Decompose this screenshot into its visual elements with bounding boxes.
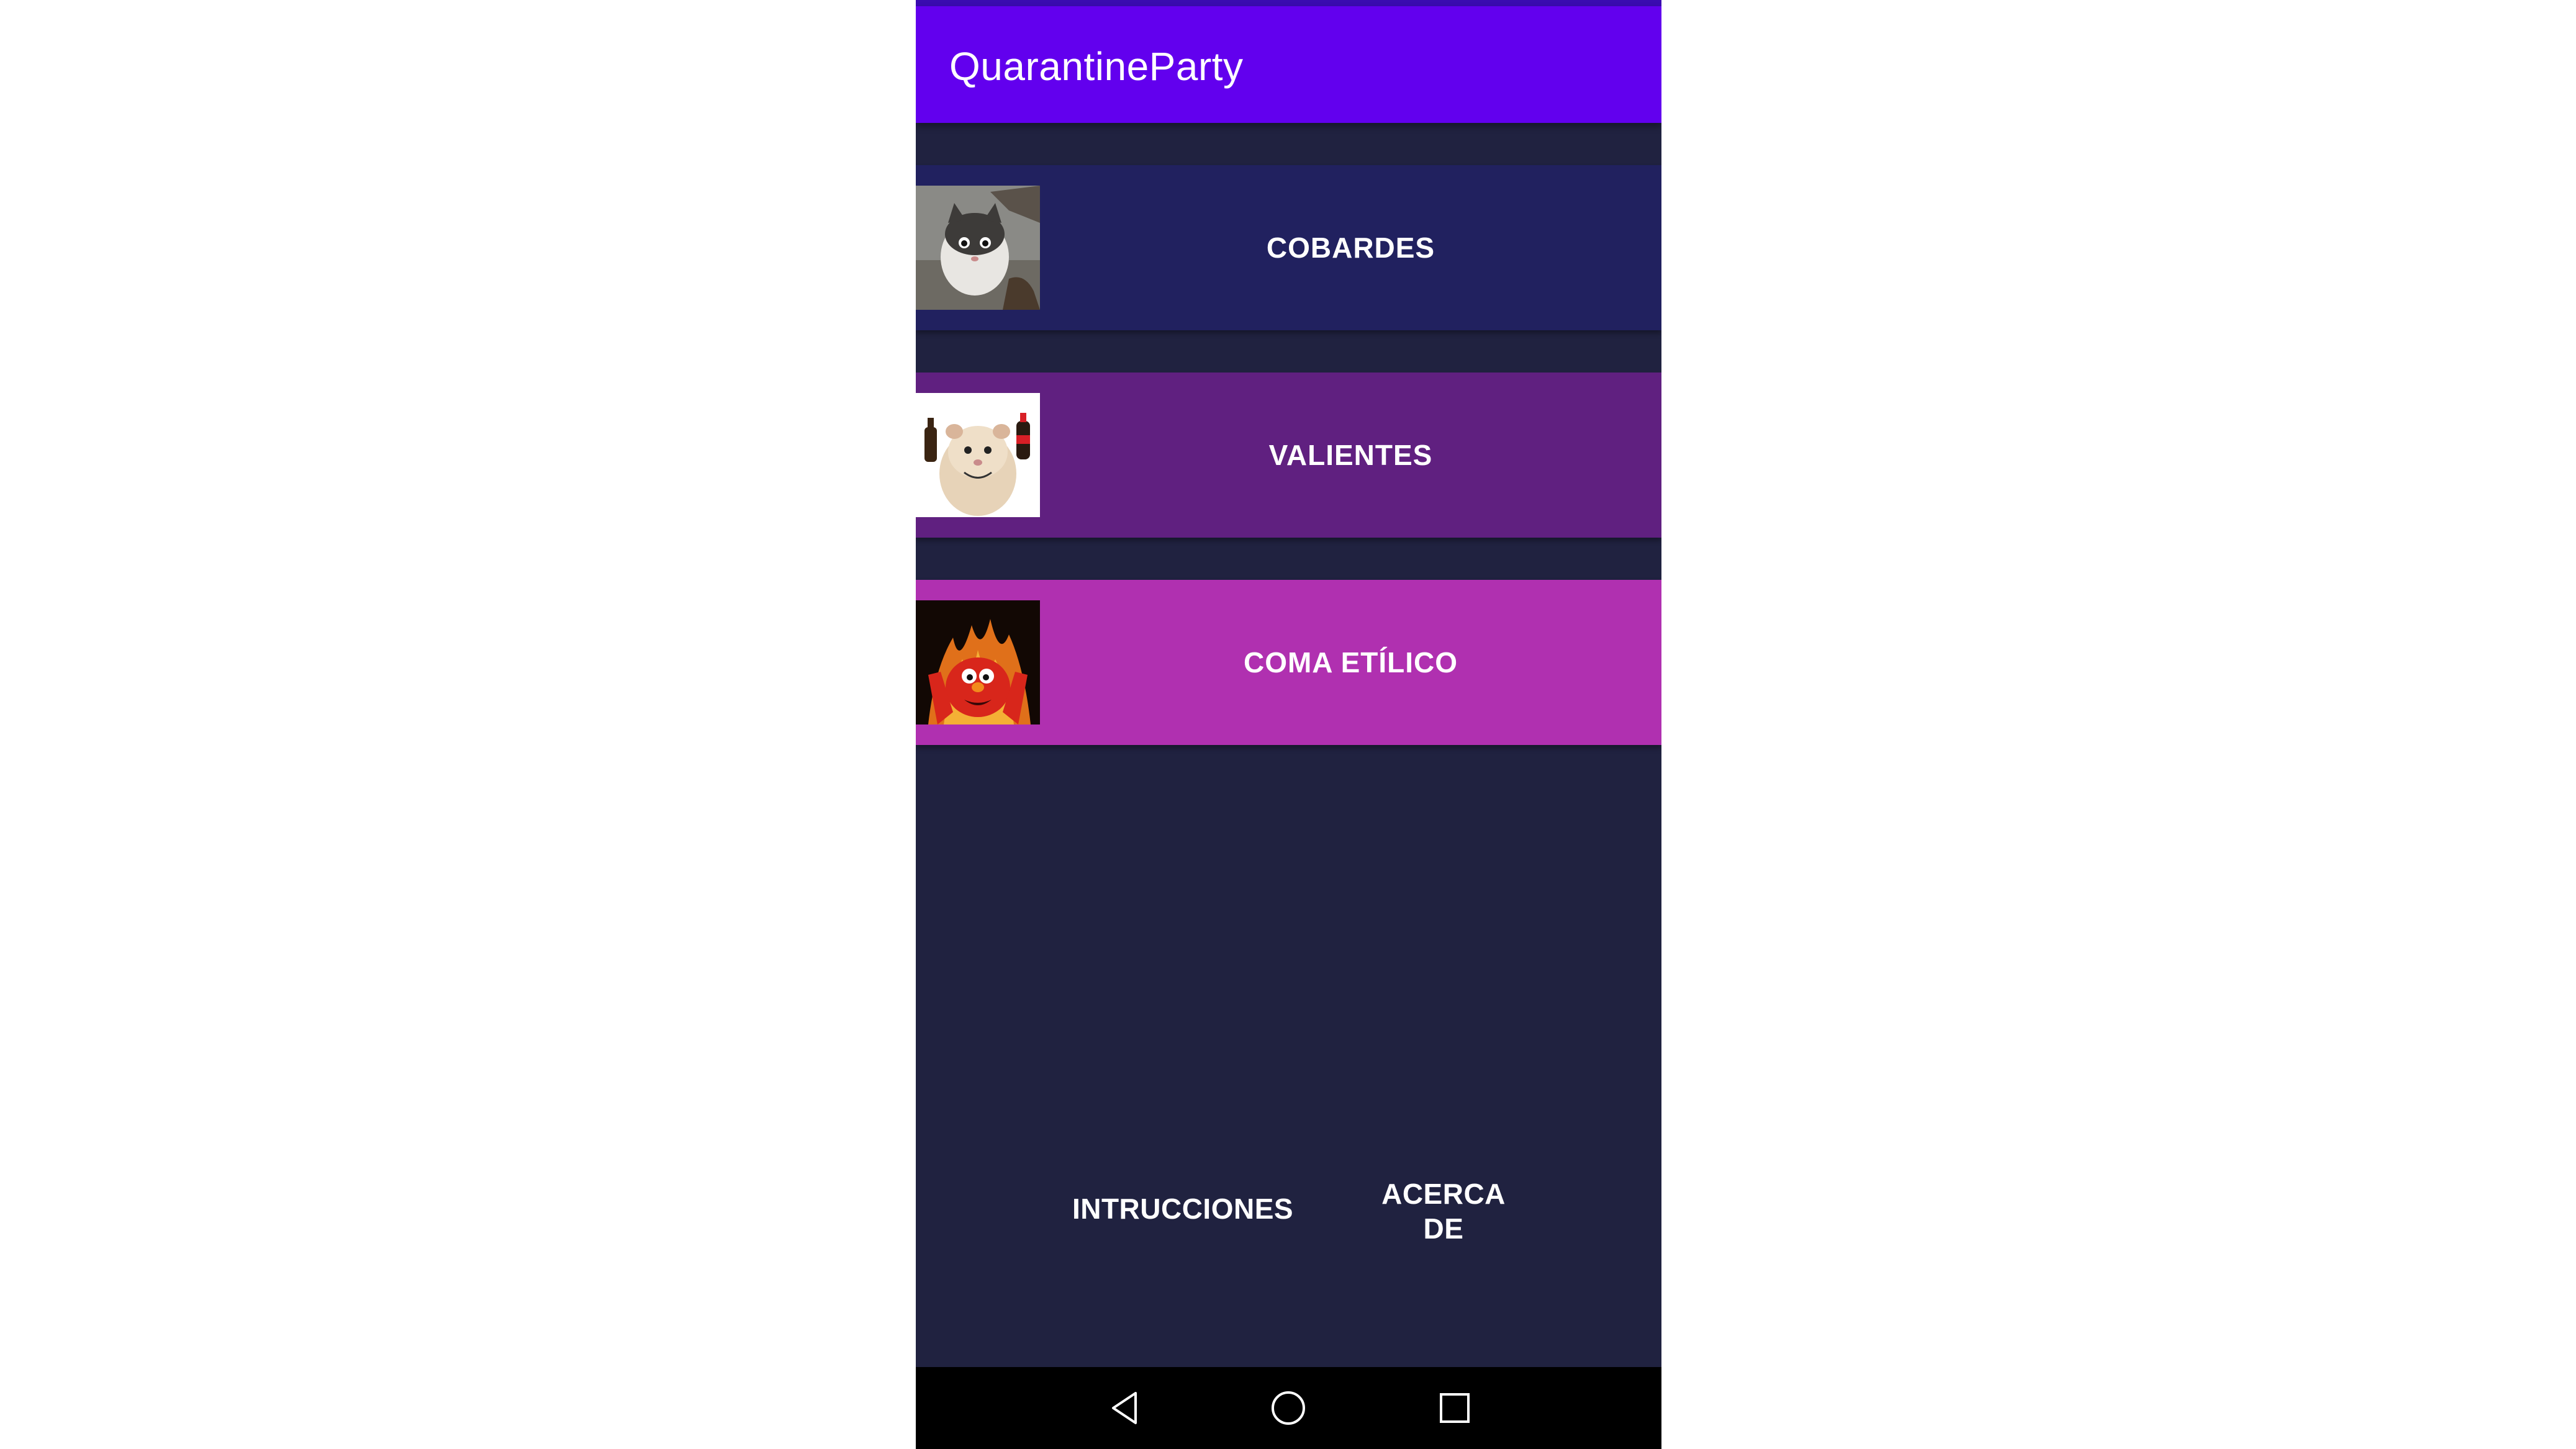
- about-button-line1: ACERCA: [1381, 1178, 1506, 1210]
- level-label-coma-etilico: COMA ETÍLICO: [1243, 646, 1458, 679]
- level-button-cobardes[interactable]: COBARDES: [916, 165, 1661, 330]
- level-button-coma-etilico[interactable]: COMA ETÍLICO: [916, 580, 1661, 745]
- instructions-button[interactable]: INTRUCCIONES: [1065, 1192, 1301, 1229]
- system-navigation-bar: [916, 1367, 1661, 1449]
- home-circle-icon[interactable]: [1270, 1389, 1307, 1427]
- elmo-on-fire-image: [916, 600, 1040, 724]
- app-bar: QuarantineParty: [916, 6, 1661, 123]
- scared-cat-image: [916, 186, 1040, 310]
- about-button-line2: DE: [1423, 1212, 1464, 1245]
- phone-screen: QuarantineParty COBARDES VALIENTES COMA …: [916, 0, 1661, 1449]
- status-bar: [916, 0, 1661, 6]
- level-label-valientes: VALIENTES: [1268, 439, 1433, 471]
- level-label-cobardes: COBARDES: [1266, 232, 1435, 264]
- about-button[interactable]: ACERCA DE: [1372, 1176, 1515, 1246]
- recents-square-icon[interactable]: [1436, 1389, 1473, 1427]
- app-title: QuarantineParty: [949, 44, 1244, 89]
- level-button-valientes[interactable]: VALIENTES: [916, 372, 1661, 538]
- hamster-with-bottles-image: [916, 393, 1040, 517]
- back-triangle-icon[interactable]: [1107, 1389, 1144, 1427]
